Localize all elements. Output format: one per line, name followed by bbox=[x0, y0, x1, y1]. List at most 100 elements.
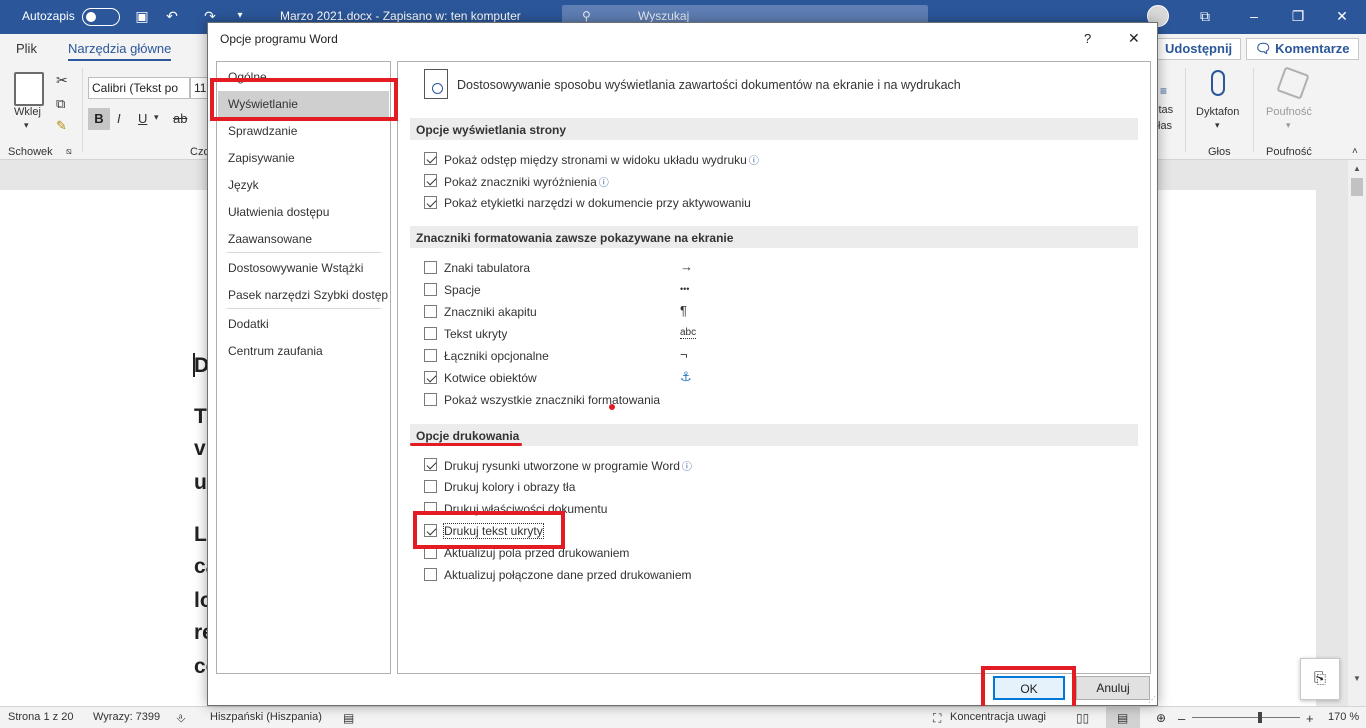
option-hidden-text[interactable]: Tekst ukryty abc bbox=[424, 325, 724, 343]
accessibility-icon[interactable]: ▤ bbox=[343, 711, 354, 725]
annotation-highlight-ok bbox=[981, 666, 1076, 706]
focus-icon[interactable]: ⛶ bbox=[933, 711, 941, 726]
nav-item-quick-access-toolbar[interactable]: Pasek narzędzi Szybki dostęp bbox=[218, 282, 389, 308]
format-painter-icon[interactable]: ✎ bbox=[56, 118, 67, 134]
nav-item-trust-center[interactable]: Centrum zaufania bbox=[218, 338, 389, 364]
cancel-button[interactable]: Anuluj bbox=[1076, 676, 1150, 700]
scroll-down-icon[interactable]: ▼ bbox=[1353, 674, 1361, 683]
nav-item-customize-ribbon[interactable]: Dostosowywanie Wstążki bbox=[218, 255, 389, 281]
proofing-icon[interactable]: ⎀ bbox=[176, 711, 186, 726]
option-spaces[interactable]: Spacje ••• bbox=[424, 281, 724, 299]
sensitivity-icon[interactable] bbox=[1276, 66, 1310, 100]
checkbox[interactable] bbox=[424, 393, 437, 406]
restore-icon[interactable]: ❐ bbox=[1290, 8, 1306, 24]
strikethrough-button[interactable]: ab bbox=[173, 111, 187, 126]
checkbox[interactable] bbox=[424, 152, 437, 165]
dialog-close-button[interactable]: ✕ bbox=[1128, 30, 1140, 47]
scroll-thumb[interactable] bbox=[1351, 178, 1363, 196]
resize-grip-icon[interactable]: ⋰ bbox=[1148, 695, 1156, 704]
tab-home[interactable]: Narzędzia główne bbox=[68, 41, 172, 61]
sensitivity-label[interactable]: Poufność bbox=[1266, 106, 1312, 118]
page-count[interactable]: Strona 1 z 20 bbox=[8, 711, 73, 723]
option-paragraph-marks[interactable]: Znaczniki akapitu ¶ bbox=[424, 303, 724, 321]
checkbox[interactable] bbox=[424, 568, 437, 581]
pane-scrollbar[interactable] bbox=[1142, 62, 1150, 673]
word-count[interactable]: Wyrazy: 7399 bbox=[93, 711, 160, 723]
paste-chevron-icon[interactable]: ▾ bbox=[24, 120, 29, 131]
optional-hyphen-icon: ¬ bbox=[680, 347, 688, 362]
dictate-label[interactable]: Dyktafon bbox=[1196, 106, 1239, 118]
help-button[interactable]: ? bbox=[1084, 31, 1091, 46]
font-name-select[interactable]: Calibri (Tekst po bbox=[88, 77, 190, 99]
tools-partial-label-2: łas bbox=[1158, 120, 1173, 132]
info-icon[interactable]: ⓘ bbox=[599, 178, 609, 189]
undo-icon[interactable]: ↶ bbox=[164, 8, 180, 24]
share-button[interactable]: Udostępnij bbox=[1156, 38, 1242, 60]
nav-item-addins[interactable]: Dodatki bbox=[218, 311, 389, 337]
zoom-out-icon[interactable]: – bbox=[1178, 711, 1185, 726]
ribbon-display-icon[interactable]: ⧉ bbox=[1197, 8, 1213, 24]
checkbox[interactable] bbox=[424, 174, 437, 187]
checkbox[interactable] bbox=[424, 371, 437, 384]
section-page-display: Opcje wyświetlania strony bbox=[410, 118, 1138, 140]
checkbox[interactable] bbox=[424, 305, 437, 318]
nav-item-language[interactable]: Język bbox=[218, 172, 389, 198]
document-title: Marzo 2021.docx - Zapisano w: ten komput… bbox=[280, 9, 521, 23]
microphone-icon[interactable] bbox=[1211, 70, 1225, 96]
focus-label[interactable]: Koncentracja uwagi bbox=[950, 711, 1046, 723]
language-status[interactable]: Hiszpański (Hiszpania) bbox=[210, 711, 322, 723]
tools-icon[interactable]: ≡ bbox=[1160, 84, 1167, 98]
checkbox[interactable] bbox=[424, 261, 437, 274]
read-mode-icon[interactable]: ▯▯ bbox=[1076, 711, 1089, 725]
collapse-ribbon-icon[interactable]: ˄ bbox=[1352, 146, 1358, 157]
display-page-icon bbox=[424, 69, 448, 99]
dictate-chevron-icon[interactable]: ▾ bbox=[1215, 120, 1220, 131]
clipboard-launcher-icon[interactable]: ⧅ bbox=[66, 146, 72, 157]
nav-item-save[interactable]: Zapisywanie bbox=[218, 145, 389, 171]
checkbox[interactable] bbox=[424, 458, 437, 471]
font-size-select[interactable]: 11 bbox=[190, 77, 208, 99]
save-icon[interactable]: ▣ bbox=[134, 8, 150, 24]
zoom-in-icon[interactable]: + bbox=[1306, 711, 1314, 726]
info-icon[interactable]: ⓘ bbox=[749, 156, 759, 167]
cut-icon[interactable]: ✂ bbox=[56, 72, 68, 89]
zoom-level[interactable]: 170 % bbox=[1328, 711, 1359, 723]
window-close-icon[interactable]: ✕ bbox=[1334, 8, 1350, 24]
option-optional-hyphens[interactable]: Łączniki opcjonalne ¬ bbox=[424, 347, 724, 365]
document-text-line: v bbox=[194, 437, 206, 460]
checkbox[interactable] bbox=[424, 327, 437, 340]
pane-header-text: Dostosowywanie sposobu wyświetlania zawa… bbox=[457, 78, 961, 92]
sensitivity-chevron-icon[interactable]: ▾ bbox=[1286, 120, 1291, 131]
nav-item-proofing[interactable]: Sprawdzanie bbox=[218, 118, 389, 144]
tab-file[interactable]: Plik bbox=[16, 41, 37, 56]
info-icon[interactable]: ⓘ bbox=[682, 462, 692, 473]
checkbox[interactable] bbox=[424, 283, 437, 296]
nav-item-advanced[interactable]: Zaawansowane bbox=[218, 226, 389, 252]
minimize-icon[interactable]: – bbox=[1246, 8, 1262, 24]
checkbox[interactable] bbox=[424, 349, 437, 362]
bookmark-icon[interactable]: ⎘ bbox=[1300, 658, 1340, 700]
checkbox[interactable] bbox=[424, 480, 437, 493]
pilcrow-icon: ¶ bbox=[680, 303, 687, 318]
scroll-up-icon[interactable]: ▲ bbox=[1353, 164, 1361, 173]
search-icon: ⚲ bbox=[582, 9, 591, 23]
group-separator bbox=[1253, 68, 1254, 152]
bold-button[interactable]: B bbox=[88, 108, 110, 130]
comments-button[interactable]: 🗨 Komentarze bbox=[1246, 38, 1359, 60]
nav-item-accessibility[interactable]: Ułatwienia dostępu bbox=[218, 199, 389, 225]
zoom-slider-track[interactable] bbox=[1192, 717, 1300, 718]
paste-icon[interactable] bbox=[14, 72, 44, 106]
option-tab-characters[interactable]: Znaki tabulatora → bbox=[424, 259, 724, 277]
copy-icon[interactable]: ⧉ bbox=[56, 96, 65, 112]
checkbox[interactable] bbox=[424, 196, 437, 209]
zoom-slider-thumb[interactable] bbox=[1258, 712, 1262, 723]
web-layout-icon[interactable]: ⊕ bbox=[1156, 711, 1166, 725]
vertical-scrollbar[interactable]: ▲ ▼ bbox=[1348, 160, 1366, 706]
autosave-toggle[interactable] bbox=[82, 8, 120, 26]
tab-arrow-icon: → bbox=[680, 259, 693, 274]
underline-chevron-icon[interactable]: ▾ bbox=[154, 112, 159, 123]
italic-button[interactable]: I bbox=[117, 111, 121, 126]
underline-button[interactable]: U bbox=[138, 111, 147, 126]
status-bar: Strona 1 z 20 Wyrazy: 7399 ⎀ Hiszpański … bbox=[0, 706, 1366, 728]
option-object-anchors[interactable]: Kotwice obiektów ⚓ bbox=[424, 369, 724, 387]
